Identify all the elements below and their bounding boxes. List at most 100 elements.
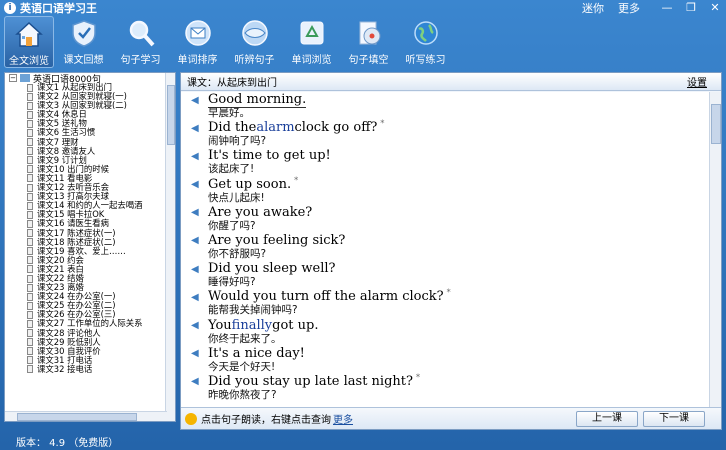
tree-item[interactable]: 课文6 生活习惯 — [5, 128, 175, 137]
tree-item[interactable]: 课文20 约会 — [5, 255, 175, 265]
toolbar-label: 单词浏览 — [291, 55, 332, 66]
more-menu-button[interactable]: 更多 — [618, 0, 640, 16]
speaker-icon[interactable]: ◀ — [191, 95, 202, 106]
sentence-english[interactable]: ◀ Get up soon. * — [191, 175, 721, 192]
page-icon — [27, 292, 33, 301]
mini-mode-button[interactable]: 迷你 — [582, 0, 604, 16]
sentence-item[interactable]: ◀ Did you stay up late last night? * 昨晚你熬夜了… — [181, 372, 721, 402]
toolbar-label: 单词排序 — [177, 55, 218, 66]
close-icon[interactable]: ✕ — [704, 1, 726, 15]
collapse-icon[interactable]: − — [9, 74, 17, 82]
speaker-icon[interactable]: ◀ — [191, 151, 202, 162]
speaker-icon[interactable]: ◀ — [191, 235, 202, 246]
highlighted-word[interactable]: alarm — [256, 120, 294, 135]
tree-item[interactable]: 课文21 表白 — [5, 264, 175, 274]
sentence-english[interactable]: ◀ Are you feeling sick? — [191, 233, 721, 248]
sentence-english[interactable]: ◀ Are you awake? — [191, 205, 721, 220]
toolbar-sentence-fill[interactable]: 句子填空 — [341, 16, 396, 68]
speaker-icon[interactable]: ◀ — [191, 264, 202, 275]
sentence-item[interactable]: ◀ It's time to get up! 该起床了! — [181, 148, 721, 176]
version-label: 版本： 4.9 （免费版） — [16, 437, 119, 449]
sentence-item[interactable]: ◀ Get up soon. * 快点儿起床! — [181, 175, 721, 205]
page-icon — [27, 283, 33, 292]
restore-icon[interactable]: ❐ — [680, 1, 702, 15]
lesson-header: 课文：从起床到出门 设置 — [181, 73, 721, 91]
speaker-icon[interactable]: ◀ — [191, 207, 202, 218]
tree-item[interactable]: 课文19 喜欢、爱上…… — [5, 246, 175, 256]
sentence-english[interactable]: ◀ Did the alarm clock go off? * — [191, 119, 721, 136]
sentence-english[interactable]: ◀ Did you sleep well? — [191, 261, 721, 276]
sentence-english[interactable]: ◀ You finally got up. — [191, 318, 721, 333]
sentence-item[interactable]: ◀ Did the alarm clock go off? * 闹钟响了吗? — [181, 119, 721, 148]
toolbar-listen-sentences[interactable]: 听辨句子 — [227, 16, 282, 68]
highlighted-word[interactable]: finally — [232, 318, 272, 333]
toolbar-dictation[interactable]: 听写练习 — [398, 16, 453, 68]
tree-item[interactable]: 课文3 从回家到就寝(二) — [5, 101, 175, 110]
sentence-english[interactable]: ◀ Did you stay up late last night? * — [191, 372, 721, 389]
sentence-item[interactable]: ◀ Did you sleep well? 睡得好吗? — [181, 261, 721, 289]
toolbar-word-sort[interactable]: 单词排序 — [170, 16, 225, 68]
toolbar-full-text-browse[interactable]: 全文浏览 — [4, 16, 54, 68]
tree-item[interactable]: 课文8 邀请友人 — [5, 146, 175, 156]
page-icon — [27, 147, 33, 156]
speaker-icon[interactable]: ◀ — [191, 320, 202, 331]
page-icon — [27, 265, 33, 274]
page-icon — [27, 110, 33, 119]
next-lesson-button[interactable]: 下一课 — [643, 411, 705, 427]
sentence-item[interactable]: ◀ Are you feeling sick? 你不舒服吗? — [181, 233, 721, 261]
title-bar: i 英语口语学习王 迷你 更多 — ❐ ✕ — [0, 0, 726, 16]
speaker-icon[interactable]: ◀ — [191, 348, 202, 359]
sentence-chinese: 睡得好吗? — [208, 276, 256, 289]
page-icon — [27, 174, 33, 183]
speaker-icon[interactable]: ◀ — [191, 292, 202, 303]
page-icon — [27, 119, 33, 128]
toolbar-sentence-study[interactable]: 句子学习 — [113, 16, 168, 68]
note-marker: * — [380, 119, 385, 129]
speaker-icon[interactable]: ◀ — [191, 179, 202, 190]
toolbar-lesson-recall[interactable]: 课文回想 — [56, 16, 111, 68]
settings-link[interactable]: 设置 — [687, 74, 707, 89]
page-icon — [27, 192, 33, 201]
lesson-tree[interactable]: − 英语口语8000句 课文1 从起床到出门 课文2 从回家到就寝(一) 课文3 从… — [4, 72, 176, 422]
speaker-icon[interactable]: ◀ — [191, 123, 202, 134]
page-icon — [27, 83, 33, 92]
tree-vertical-scrollbar[interactable] — [165, 73, 175, 421]
sentence-item[interactable]: ◀ It's a nice day! 今天是个好天! — [181, 346, 721, 374]
scroll-thumb[interactable] — [711, 104, 721, 144]
note-marker: * — [294, 175, 299, 185]
sentence-item[interactable]: ◀ Are you awake? 你醒了吗? — [181, 205, 721, 233]
sentence-item[interactable]: ◀ Good morning. 早晨好。 — [181, 92, 721, 120]
recycle-icon — [296, 18, 328, 48]
minimize-icon[interactable]: — — [656, 1, 678, 15]
page-icon — [27, 138, 33, 147]
note-marker: * — [415, 372, 420, 382]
tree-item[interactable]: 课文4 休息日 — [5, 110, 175, 119]
sentence-chinese: 闹钟响了吗? — [208, 135, 267, 148]
page-icon — [27, 101, 33, 110]
sentence-vertical-scrollbar[interactable] — [709, 92, 721, 408]
scroll-thumb[interactable] — [167, 85, 175, 145]
page-icon — [27, 201, 33, 210]
tree-item[interactable]: 课文22 结婚 — [5, 273, 175, 283]
sentence-text: clock go off? — [294, 120, 378, 136]
page-icon — [27, 319, 33, 328]
app-window: i 英语口语学习王 迷你 更多 — ❐ ✕ 全文浏览 课文回想 句子学习 单词排… — [0, 0, 726, 450]
previous-lesson-button[interactable]: 上一课 — [576, 411, 638, 427]
sentence-english[interactable]: ◀ It's time to get up! — [191, 148, 721, 163]
tree-item[interactable]: 课文32 接电话 — [5, 364, 175, 374]
sentence-english[interactable]: ◀ Would you turn off the alarm clock? * — [191, 288, 721, 304]
mail-icon — [182, 18, 214, 48]
sentence-item[interactable]: ◀ You finally got up. 你终于起来了。 — [181, 318, 721, 346]
speaker-icon[interactable]: ◀ — [191, 376, 202, 387]
sentence-item[interactable]: ◀ Would you turn off the alarm clock? * 能帮我… — [181, 288, 721, 317]
toolbar-word-browse[interactable]: 单词浏览 — [284, 16, 339, 68]
globe-icon — [239, 18, 271, 48]
more-link[interactable]: 更多 — [333, 411, 353, 426]
sentence-english[interactable]: ◀ It's a nice day! — [191, 346, 721, 361]
page-icon — [27, 301, 33, 310]
scroll-thumb[interactable] — [17, 413, 137, 421]
tree-horizontal-scrollbar[interactable] — [5, 411, 167, 421]
status-bar: 版本： 4.9 （免费版） — [0, 432, 726, 450]
sentence-english[interactable]: ◀ Good morning. — [191, 92, 721, 108]
page-icon — [27, 183, 33, 192]
